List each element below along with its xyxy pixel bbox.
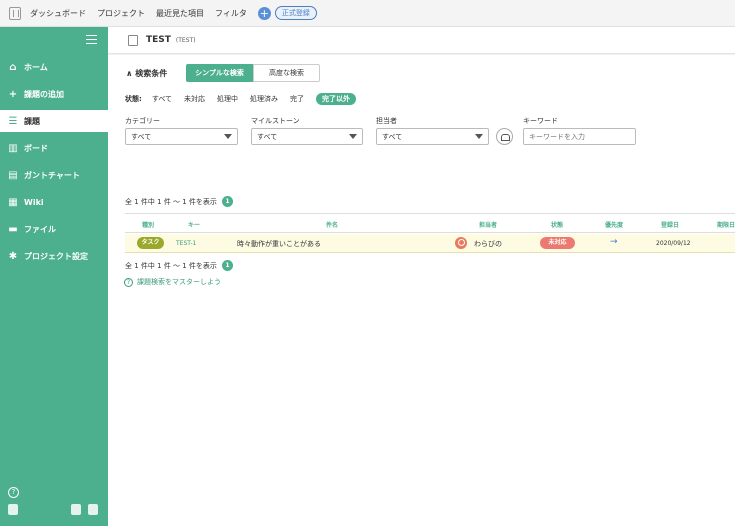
keyword-input[interactable] xyxy=(523,128,636,145)
home-icon: ⌂ xyxy=(9,61,17,73)
status-filter: 状態: すべて 未対応 処理中 処理済み 完了 完了以外 xyxy=(125,93,368,105)
sidebar-item-label: Wiki xyxy=(24,197,44,207)
tab-simple-search[interactable]: シンプルな検索 xyxy=(186,64,253,82)
search-tips-text: 課題検索をマスターしよう xyxy=(137,278,221,286)
col-due[interactable]: 期限日 xyxy=(717,220,735,229)
folder-icon: ▬ xyxy=(8,223,18,235)
assignee-select[interactable]: すべて xyxy=(376,128,489,145)
question-icon: ? xyxy=(124,277,133,287)
status-option-in-progress[interactable]: 処理中 xyxy=(217,94,238,104)
sidebar-item-files[interactable]: ▬ ファイル xyxy=(0,218,108,240)
search-conditions-toggle[interactable]: ∧ 検索条件 xyxy=(126,68,167,79)
menu-toggle-icon[interactable] xyxy=(86,35,97,44)
gear-icon: ✱ xyxy=(8,250,18,262)
nav-dashboard[interactable]: ダッシュボード xyxy=(30,8,86,19)
search-tips-link[interactable]: ? 課題検索をマスターしよう xyxy=(124,277,221,287)
chevron-down-icon xyxy=(349,134,357,139)
gantt-icon: ▤ xyxy=(8,169,18,181)
nav-projects[interactable]: プロジェクト xyxy=(97,8,145,19)
add-plus-icon[interactable]: + xyxy=(257,6,271,20)
project-key: (TEST) xyxy=(175,36,196,44)
category-label: カテゴリー xyxy=(125,117,160,125)
sidebar-item-label: ガントチャート xyxy=(24,170,80,180)
sidebar-item-settings[interactable]: ✱ プロジェクト設定 xyxy=(0,245,108,267)
sidebar-item-label: 課題の追加 xyxy=(24,89,64,99)
sidebar-item-board[interactable]: ▥ ボード xyxy=(0,137,108,159)
sidebar-item-issues[interactable]: ☰ 課題 xyxy=(0,110,108,132)
status-option-closed[interactable]: 完了 xyxy=(290,94,304,104)
issue-key-link[interactable]: TEST-1 xyxy=(176,240,196,247)
sidebar-item-label: ボード xyxy=(24,143,48,153)
col-status[interactable]: 状態 xyxy=(551,220,563,229)
plus-icon: + xyxy=(8,88,18,100)
milestone-select[interactable]: すべて xyxy=(251,128,363,145)
col-summary[interactable]: 件名 xyxy=(326,220,338,229)
help-icon[interactable]: ? xyxy=(8,487,19,498)
assignee-value: すべて xyxy=(382,132,403,141)
milestone-label: マイルストーン xyxy=(251,117,300,125)
chevron-down-icon xyxy=(224,134,232,139)
project-icon xyxy=(128,34,138,46)
chevron-down-icon xyxy=(475,134,483,139)
list-icon: ☰ xyxy=(8,115,18,127)
result-count-text: 全 1 件中 1 件 〜 1 件を表示 xyxy=(125,261,217,270)
sidebar-item-gantt[interactable]: ▤ ガントチャート xyxy=(0,164,108,186)
apple-icon[interactable] xyxy=(71,504,81,515)
col-created[interactable]: 登録日 xyxy=(661,220,679,229)
table-header: 種別 キー 件名 担当者 状態 優先度 登録日 期限日 xyxy=(125,213,735,233)
issue-created-date: 2020/09/12 xyxy=(656,240,691,247)
assign-to-me-icon[interactable] xyxy=(496,128,513,145)
nav-recent[interactable]: 最近見た項目 xyxy=(156,8,204,19)
result-count-badge: 1 xyxy=(221,196,233,207)
col-assignee[interactable]: 担当者 xyxy=(479,220,497,229)
status-badge: 未対応 xyxy=(540,237,575,249)
board-icon: ▥ xyxy=(8,142,18,154)
app-logo-icon[interactable] xyxy=(9,6,21,20)
sidebar-item-label: プロジェクト設定 xyxy=(24,251,88,261)
status-option-all[interactable]: すべて xyxy=(152,94,172,104)
issue-assignee: わらびの xyxy=(474,240,502,248)
sidebar-item-label: ホーム xyxy=(24,62,48,72)
status-option-resolved[interactable]: 処理済み xyxy=(250,94,278,104)
arrow-right-icon: → xyxy=(610,237,618,247)
sidebar-item-label: 課題 xyxy=(24,116,40,126)
category-value: すべて xyxy=(131,132,152,141)
milestone-value: すべて xyxy=(257,132,278,141)
result-count-text: 全 1 件中 1 件 〜 1 件を表示 xyxy=(125,197,217,206)
sidebar-item-wiki[interactable]: ▦ Wiki xyxy=(0,191,108,213)
sidebar-item-home[interactable]: ⌂ ホーム xyxy=(0,56,108,78)
keyword-label: キーワード xyxy=(523,117,558,125)
android-icon[interactable] xyxy=(88,504,98,515)
col-key[interactable]: キー xyxy=(188,220,200,229)
category-select[interactable]: すべて xyxy=(125,128,238,145)
result-count-top: 全 1 件中 1 件 〜 1 件を表示 1 xyxy=(125,196,233,207)
assignee-label: 担当者 xyxy=(376,117,397,125)
sidebar: ⌂ ホーム + 課題の追加 ☰ 課題 ▥ ボード ▤ ガントチャート ▦ Wik… xyxy=(0,27,108,526)
issue-summary[interactable]: 時々動作が重いことがある xyxy=(237,239,321,249)
main-content: TEST (TEST) ∧ 検索条件 シンプルな検索 高度な検索 状態: すべて… xyxy=(108,27,735,526)
search-title: 検索条件 xyxy=(135,69,168,78)
wiki-icon: ▦ xyxy=(8,196,18,208)
status-label: 状態: xyxy=(125,95,142,103)
status-option-open[interactable]: 未対応 xyxy=(184,94,205,104)
sidebar-item-add-issue[interactable]: + 課題の追加 xyxy=(0,83,108,105)
col-priority[interactable]: 優先度 xyxy=(605,220,623,229)
project-name[interactable]: TEST xyxy=(146,35,171,45)
col-type[interactable]: 種別 xyxy=(142,220,154,229)
sidebar-item-label: ファイル xyxy=(24,224,56,234)
tab-advanced-search[interactable]: 高度な検索 xyxy=(253,64,320,82)
chevron-up-icon: ∧ xyxy=(126,69,133,78)
result-count-bottom: 全 1 件中 1 件 〜 1 件を表示 1 xyxy=(125,260,233,271)
result-count-badge: 1 xyxy=(221,260,233,271)
issue-type-badge: タスク xyxy=(137,237,164,249)
status-option-not-closed[interactable]: 完了以外 xyxy=(316,93,357,105)
table-row[interactable]: タスク TEST-1 時々動作が重いことがある わらびの 未対応 → 2020/… xyxy=(125,234,735,253)
issue-search-panel: ∧ 検索条件 シンプルな検索 高度な検索 状態: すべて 未対応 処理中 処理済… xyxy=(108,55,735,526)
app-icon[interactable] xyxy=(8,504,18,515)
register-button[interactable]: 正式登録 xyxy=(274,6,317,20)
avatar xyxy=(455,237,467,249)
project-header: TEST (TEST) xyxy=(108,27,735,54)
global-header: ダッシュボード プロジェクト 最近見た項目 フィルタ + 正式登録 xyxy=(0,0,735,27)
nav-filters[interactable]: フィルタ xyxy=(215,8,247,19)
